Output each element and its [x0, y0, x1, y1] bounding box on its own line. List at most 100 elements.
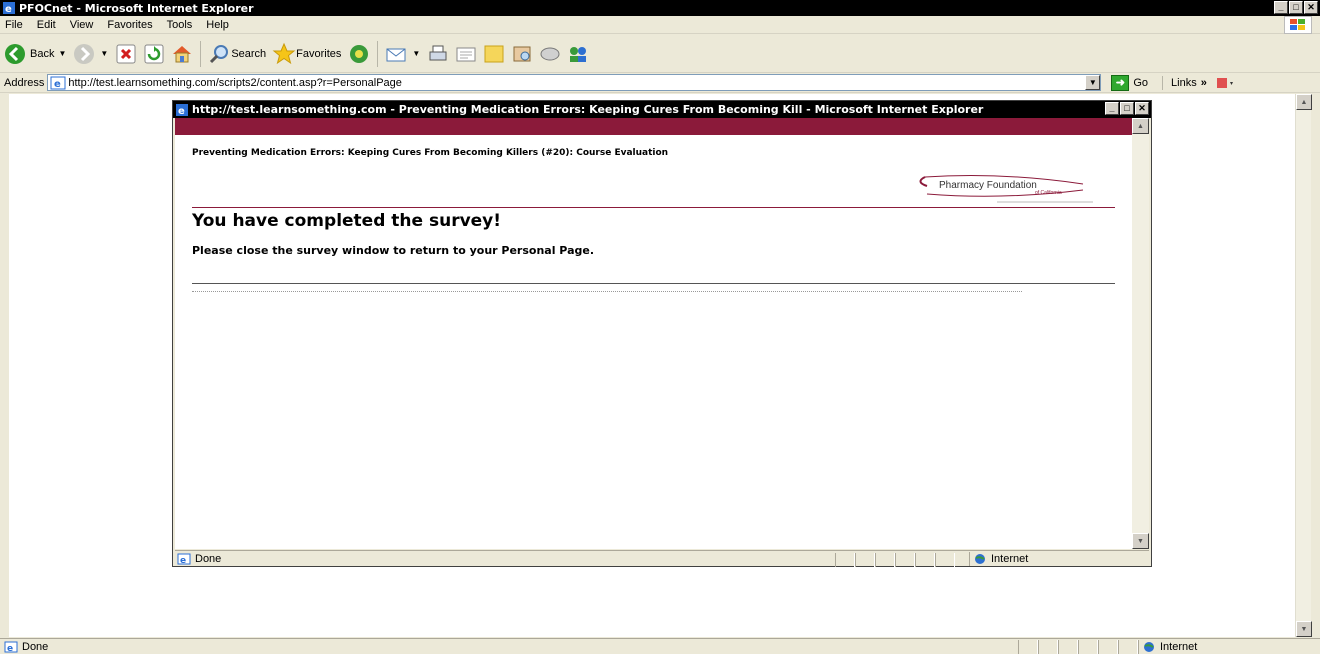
address-label: Address: [4, 76, 45, 89]
menu-file[interactable]: File: [0, 19, 30, 31]
search-icon: [210, 44, 229, 63]
menu-edit[interactable]: Edit: [30, 19, 63, 31]
status-cell: [875, 553, 895, 567]
address-bar: Address e http://test.learnsomething.com…: [0, 73, 1320, 93]
refresh-icon[interactable]: [142, 42, 166, 66]
address-dropdown-icon[interactable]: ▼: [1085, 75, 1101, 90]
mail-button[interactable]: ▼: [384, 42, 420, 66]
svg-text:e: e: [180, 556, 186, 565]
scroll-up-button[interactable]: ▲: [1296, 94, 1312, 110]
stop-icon[interactable]: [114, 42, 138, 66]
close-instruction: Please close the survey window to return…: [192, 244, 595, 257]
svg-text:e: e: [5, 4, 12, 14]
popup-scroll-up-button[interactable]: ▲: [1132, 118, 1149, 134]
svg-text:e: e: [7, 644, 13, 653]
close-button[interactable]: ✕: [1304, 1, 1318, 14]
popup-close-button[interactable]: ✕: [1135, 102, 1149, 115]
mail-dropdown-icon[interactable]: ▼: [412, 49, 420, 58]
back-arrow-icon: [5, 43, 25, 64]
popup-security-zone: Internet: [969, 552, 1139, 566]
red-divider: [192, 207, 1115, 208]
status-cell: [835, 553, 855, 567]
popup-window-controls: _ □ ✕: [1105, 102, 1149, 115]
status-bar: e Done Internet: [0, 638, 1320, 654]
status-cell: [1098, 640, 1118, 654]
popup-title-bar: e http://test.learnsomething.com - Preve…: [173, 101, 1151, 118]
popup-scroll-down-button[interactable]: ▼: [1132, 533, 1149, 549]
go-button[interactable]: ➜ Go: [1111, 74, 1148, 91]
minimize-button[interactable]: _: [1274, 1, 1288, 14]
links-button[interactable]: Links »: [1162, 75, 1235, 90]
popup-minimize-button[interactable]: _: [1105, 102, 1119, 115]
menu-view[interactable]: View: [63, 19, 101, 31]
svg-text:e: e: [178, 106, 185, 116]
back-label: Back: [30, 47, 55, 60]
forward-button[interactable]: ▼: [72, 42, 108, 66]
research-icon[interactable]: [510, 42, 534, 66]
pharmacy-foundation-logo: Pharmacy Foundation of California: [919, 175, 1093, 203]
popup-status-bar: e Done Internet: [175, 550, 1149, 567]
search-button[interactable]: Search: [207, 42, 266, 66]
status-cell: [915, 553, 935, 567]
links-chevron-icon: »: [1200, 76, 1207, 89]
completion-heading: You have completed the survey!: [192, 211, 502, 231]
main-vertical-scrollbar[interactable]: ▲ ▼: [1295, 94, 1312, 637]
menu-tools[interactable]: Tools: [160, 19, 200, 31]
page-done-icon: e: [177, 553, 191, 565]
status-cell: [1018, 640, 1038, 654]
messenger-icon[interactable]: [538, 42, 562, 66]
address-input[interactable]: e http://test.learnsomething.com/scripts…: [47, 74, 1102, 91]
menu-favorites[interactable]: Favorites: [100, 19, 159, 31]
logo-name: Pharmacy Foundation: [939, 180, 1037, 191]
gray-divider: [192, 283, 1115, 284]
menu-bar: File Edit View Favorites Tools Help: [0, 16, 1320, 34]
favorites-star-icon: [272, 42, 296, 64]
links-extra-icon[interactable]: [1215, 76, 1235, 90]
ie-icon: e: [176, 103, 188, 116]
media-icon[interactable]: [347, 42, 371, 66]
status-text: Done: [22, 640, 49, 653]
header-banner: [175, 118, 1132, 135]
home-icon[interactable]: [170, 42, 194, 66]
search-label: Search: [231, 47, 267, 60]
forward-arrow-icon: [74, 43, 95, 64]
edit-icon[interactable]: [454, 42, 478, 66]
favorites-label: Favorites: [296, 47, 342, 60]
maximize-button[interactable]: □: [1289, 1, 1303, 14]
status-cell: [1038, 640, 1058, 654]
page-done-icon: e: [4, 641, 18, 653]
address-url: http://test.learnsomething.com/scripts2/…: [68, 76, 402, 89]
scroll-down-button[interactable]: ▼: [1296, 621, 1312, 637]
discuss-icon[interactable]: [482, 42, 506, 66]
standard-toolbar: Back ▼ ▼ Search Favorites ▼: [0, 35, 1320, 73]
favorites-button[interactable]: Favorites: [272, 42, 341, 66]
popup-maximize-button[interactable]: □: [1120, 102, 1134, 115]
print-icon[interactable]: [426, 42, 450, 66]
popup-status-text: Done: [195, 552, 222, 565]
mail-icon: [386, 48, 406, 61]
survey-popup-window: e http://test.learnsomething.com - Preve…: [172, 100, 1152, 567]
back-dropdown-icon[interactable]: ▼: [58, 49, 66, 58]
popup-status-cells: [835, 552, 955, 567]
page-icon: e: [50, 76, 66, 90]
status-cell: [1058, 640, 1078, 654]
users-icon[interactable]: [566, 42, 590, 66]
status-cell: [1118, 640, 1138, 654]
status-cell: [935, 553, 955, 567]
logo-sub: of California: [1035, 190, 1062, 196]
ie-icon: e: [3, 2, 15, 14]
popup-content: Preventing Medication Errors: Keeping Cu…: [175, 118, 1132, 549]
toolbar-separator: [377, 40, 379, 67]
browser-window: e PFOCnet - Microsoft Internet Explorer …: [0, 0, 1320, 654]
security-zone: Internet: [1138, 640, 1320, 654]
back-button[interactable]: Back ▼: [3, 42, 66, 66]
internet-globe-icon: [1144, 642, 1154, 652]
window-controls: _ □ ✕: [1274, 1, 1318, 14]
toolbar-separator: [200, 40, 202, 67]
links-label: Links: [1171, 76, 1197, 89]
status-cell: [855, 553, 875, 567]
dotted-divider: [192, 291, 1022, 292]
forward-dropdown-icon[interactable]: ▼: [100, 49, 108, 58]
menu-help[interactable]: Help: [199, 19, 236, 31]
popup-vertical-scrollbar[interactable]: ▲ ▼: [1132, 118, 1149, 549]
